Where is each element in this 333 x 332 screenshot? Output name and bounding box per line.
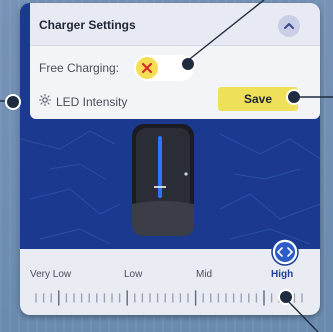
card-title: Charger Settings xyxy=(39,18,136,32)
slider-handle-icon[interactable] xyxy=(270,237,300,267)
charger-settings-panel: Charger Settings Free Charging: LED Inte… xyxy=(20,3,320,315)
sun-icon xyxy=(39,94,51,106)
settings-card: Charger Settings Free Charging: LED Inte… xyxy=(30,3,320,119)
chevron-up-icon xyxy=(284,23,294,29)
settings-header: Charger Settings xyxy=(30,3,320,46)
charger-device-image xyxy=(132,124,194,236)
close-icon xyxy=(141,62,153,74)
level-label-very-low[interactable]: Very Low xyxy=(30,269,71,280)
led-intensity-label: LED Intensity xyxy=(56,95,128,109)
callout-marker-led xyxy=(5,94,21,110)
collapse-button[interactable] xyxy=(278,15,300,37)
callout-marker-toggle xyxy=(180,56,196,72)
free-charging-label: Free Charging: xyxy=(39,61,120,75)
toggle-knob xyxy=(136,57,158,79)
level-label-mid[interactable]: Mid xyxy=(196,269,212,280)
led-intensity-slider[interactable]: Very Low Low Mid High xyxy=(20,238,320,315)
callout-marker-save xyxy=(286,89,302,105)
slider-ticks xyxy=(35,290,303,306)
charger-image-area xyxy=(20,119,320,249)
callout-marker-slider xyxy=(278,289,294,305)
level-label-low[interactable]: Low xyxy=(124,269,142,280)
level-label-high[interactable]: High xyxy=(271,269,293,280)
